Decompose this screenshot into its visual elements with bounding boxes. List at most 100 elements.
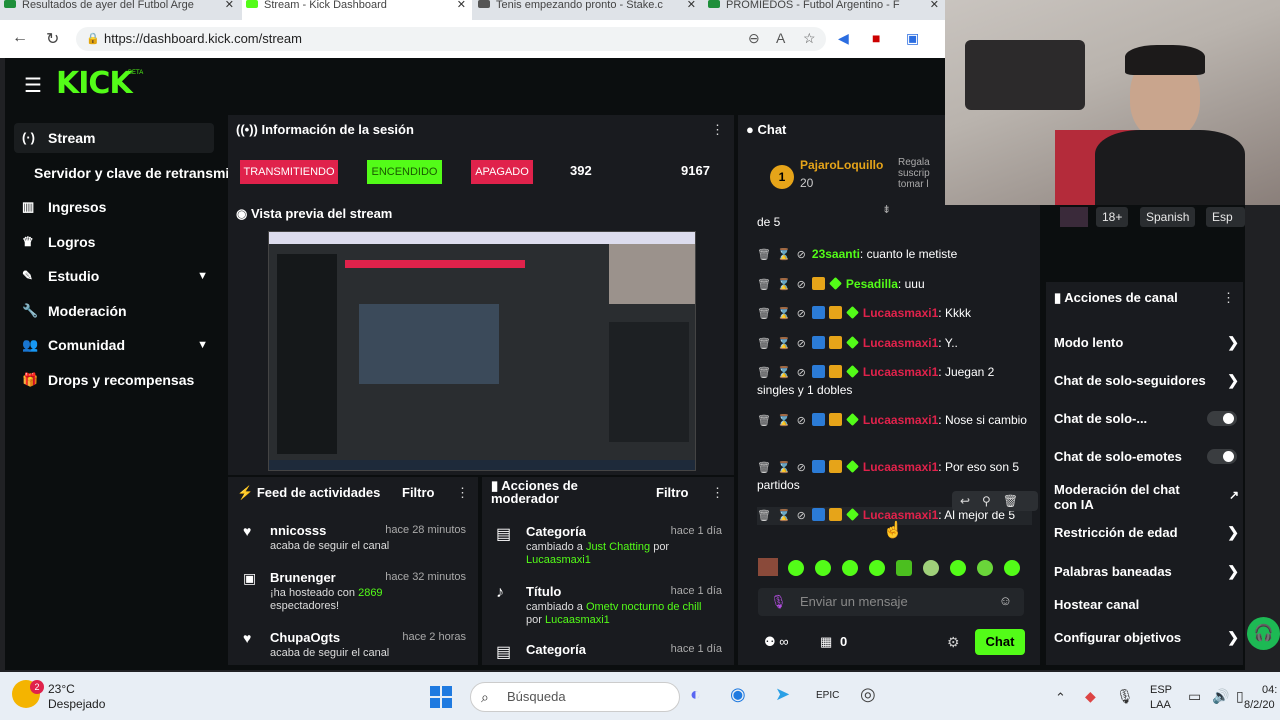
chevron-up-icon[interactable]: ⌃	[1055, 690, 1066, 706]
sidebar-item-ingresos[interactable]: ▥ Ingresos	[14, 192, 214, 222]
clock-date[interactable]: 8/2/20	[1244, 699, 1280, 711]
action-banned-words[interactable]: Palabras baneadas ❯	[1054, 564, 1239, 580]
discord-icon[interactable]: ◐	[690, 684, 701, 705]
scroll-pause-icon[interactable]: ⇟	[882, 203, 891, 216]
extension-icon[interactable]: ◀	[838, 30, 849, 47]
input-language-layout[interactable]: LAA	[1150, 699, 1171, 711]
sidebar-item-stream[interactable]: (·) Stream	[14, 123, 214, 153]
input-language[interactable]: ESP	[1150, 684, 1172, 696]
action-goals[interactable]: Configurar objetivos ❯	[1054, 630, 1239, 646]
read-aloud-icon[interactable]: A	[776, 30, 785, 46]
action-solo-emotes[interactable]: Chat de solo-emotes	[1054, 449, 1239, 464]
pinned-user[interactable]: PajaroLoquillo	[800, 158, 883, 172]
sidebar-item-estudio[interactable]: ✎ Estudio ▼	[14, 261, 214, 291]
tray-icon[interactable]: ◆	[1085, 688, 1096, 705]
kebab-icon[interactable]: ⋮	[456, 485, 469, 501]
mod-filter-button[interactable]: Filtro	[656, 485, 689, 500]
chat-user[interactable]: Lucaasmaxi1	[863, 336, 938, 350]
back-icon[interactable]: ←	[12, 29, 28, 47]
mod-tools-icon[interactable]: 🗑⌛⊘	[757, 279, 812, 291]
emote-icon[interactable]	[842, 560, 858, 576]
sidebar-item-comunidad[interactable]: 👥 Comunidad ▼	[14, 330, 214, 360]
sidebar-item-server-key[interactable]: Servidor y clave de retransmisión	[14, 158, 228, 188]
edge-icon[interactable]: ◉	[730, 684, 746, 705]
reload-icon[interactable]: ↻	[46, 29, 59, 49]
network-icon[interactable]: ▭	[1188, 688, 1201, 705]
battery-icon[interactable]: ▯	[1236, 688, 1244, 705]
zoom-icon[interactable]: ⊖	[748, 30, 760, 47]
chat-user[interactable]: Lucaasmaxi1	[863, 413, 938, 427]
headset-support-icon[interactable]: 🎧	[1247, 617, 1280, 650]
extension-icon[interactable]: ▣	[906, 30, 919, 47]
microphone-icon[interactable]: 🎙	[770, 594, 787, 610]
emote-icon[interactable]	[923, 560, 939, 576]
windows-start-icon[interactable]	[430, 686, 452, 708]
close-icon[interactable]: ✕	[225, 0, 234, 11]
chat-user[interactable]: Lucaasmaxi1	[863, 365, 938, 379]
feed-user[interactable]: ChupaOgts	[270, 630, 340, 645]
clock-time[interactable]: 04:	[1262, 684, 1277, 696]
sidebar-item-drops[interactable]: 🎁 Drops y recompensas	[14, 365, 214, 395]
action-modo-lento[interactable]: Modo lento ❯	[1054, 335, 1239, 351]
emote-icon[interactable]	[977, 560, 993, 576]
mod-tools-icon[interactable]: 🗑⌛⊘	[757, 415, 812, 427]
feed-user[interactable]: nnicosss	[270, 523, 326, 538]
close-icon[interactable]: ✕	[457, 0, 466, 11]
kick-logo[interactable]: KICK	[56, 66, 133, 101]
telegram-icon[interactable]: ➤	[775, 684, 790, 705]
send-chat-button[interactable]: Chat	[975, 629, 1025, 655]
chat-message[interactable]: 🗑⌛⊘ Lucaasmaxi1: Kkkk	[757, 305, 1032, 323]
reply-icon[interactable]: ↩	[960, 494, 982, 508]
close-icon[interactable]: ✕	[930, 0, 939, 11]
close-icon[interactable]: ✕	[687, 0, 696, 11]
emote-icon[interactable]	[950, 560, 966, 576]
feed-user[interactable]: Brunenger	[270, 570, 336, 585]
gift-promo[interactable]: Regala suscrip tomar l	[898, 157, 944, 191]
pin-icon[interactable]: ⚲	[982, 494, 1003, 508]
chat-user[interactable]: Pesadilla	[846, 277, 898, 291]
gift-icon[interactable]: ▦	[820, 634, 832, 650]
delete-icon[interactable]: 🗑	[1003, 494, 1030, 508]
action-solo-subs[interactable]: Chat de solo-...	[1054, 411, 1239, 426]
emote-icon[interactable]	[869, 560, 885, 576]
kebab-icon[interactable]: ⋮	[711, 485, 724, 501]
mod-tools-icon[interactable]: 🗑⌛⊘	[757, 249, 812, 261]
chat-message[interactable]: 🗑⌛⊘ Lucaasmaxi1: Juegan 2 singles y 1 dob…	[757, 364, 1032, 399]
chat-message[interactable]: 🗑⌛⊘ Pesadilla: uuu	[757, 276, 1032, 294]
toggle-switch[interactable]	[1207, 449, 1237, 464]
obs-icon[interactable]: ◎	[860, 684, 876, 705]
chat-user[interactable]: 23saanti	[812, 247, 860, 261]
emote-icon[interactable]	[788, 560, 804, 576]
mod-tools-icon[interactable]: 🗑⌛⊘	[757, 367, 812, 379]
chat-message[interactable]: 🗑⌛⊘23saanti: cuanto le metiste	[757, 246, 1032, 264]
emote-icon[interactable]	[1004, 560, 1020, 576]
sidebar-item-logros[interactable]: ♛ Logros	[14, 227, 214, 257]
emoji-icon[interactable]: ☺	[999, 593, 1012, 608]
feed-filter-button[interactable]: Filtro	[402, 485, 435, 500]
menu-icon[interactable]: ☰	[24, 73, 42, 98]
toggle-switch[interactable]	[1207, 411, 1237, 426]
chat-input[interactable]: 🎙 Enviar un mensaje ☺	[758, 588, 1024, 616]
browser-tab[interactable]: Resultados de ayer del Futbol Arge ✕	[0, 0, 240, 20]
browser-tab[interactable]: PROMIEDOS - Futbol Argentino - F ✕	[704, 0, 945, 20]
encendido-button[interactable]: ENCENDIDO	[367, 160, 442, 184]
chat-message[interactable]: 🗑⌛⊘ Lucaasmaxi1: Y..	[757, 335, 1032, 353]
address-bar[interactable]: 🔒 https://dashboard.kick.com/stream	[76, 27, 826, 51]
epic-games-icon[interactable]: EPIC	[816, 690, 839, 701]
mod-tools-icon[interactable]: 🗑⌛⊘	[757, 308, 812, 320]
favorite-icon[interactable]: ☆	[803, 30, 816, 47]
action-host-channel[interactable]: Hostear canal	[1054, 597, 1239, 612]
browser-tab[interactable]: Tenis empezando pronto - Stake.c ✕	[474, 0, 702, 20]
mod-action-user[interactable]: Lucaasmaxi1	[526, 554, 591, 566]
stream-preview[interactable]	[268, 231, 696, 471]
volume-icon[interactable]: 🔊	[1212, 688, 1229, 705]
emote-icon[interactable]	[815, 560, 831, 576]
browser-tab-active[interactable]: Stream - Kick Dashboard ✕	[242, 0, 472, 20]
taskbar-search[interactable]: ⌕ Búsqueda	[470, 682, 680, 712]
kebab-icon[interactable]: ⋮	[711, 122, 724, 138]
mod-tools-icon[interactable]: 🗑⌛⊘	[757, 462, 812, 474]
apagado-button[interactable]: APAGADO	[471, 160, 533, 184]
emote-icon[interactable]	[758, 558, 778, 576]
mod-tools-icon[interactable]: 🗑⌛⊘	[757, 338, 812, 350]
chat-message[interactable]: 🗑⌛⊘ Lucaasmaxi1: Por eso son 5 partidos	[757, 459, 1032, 494]
